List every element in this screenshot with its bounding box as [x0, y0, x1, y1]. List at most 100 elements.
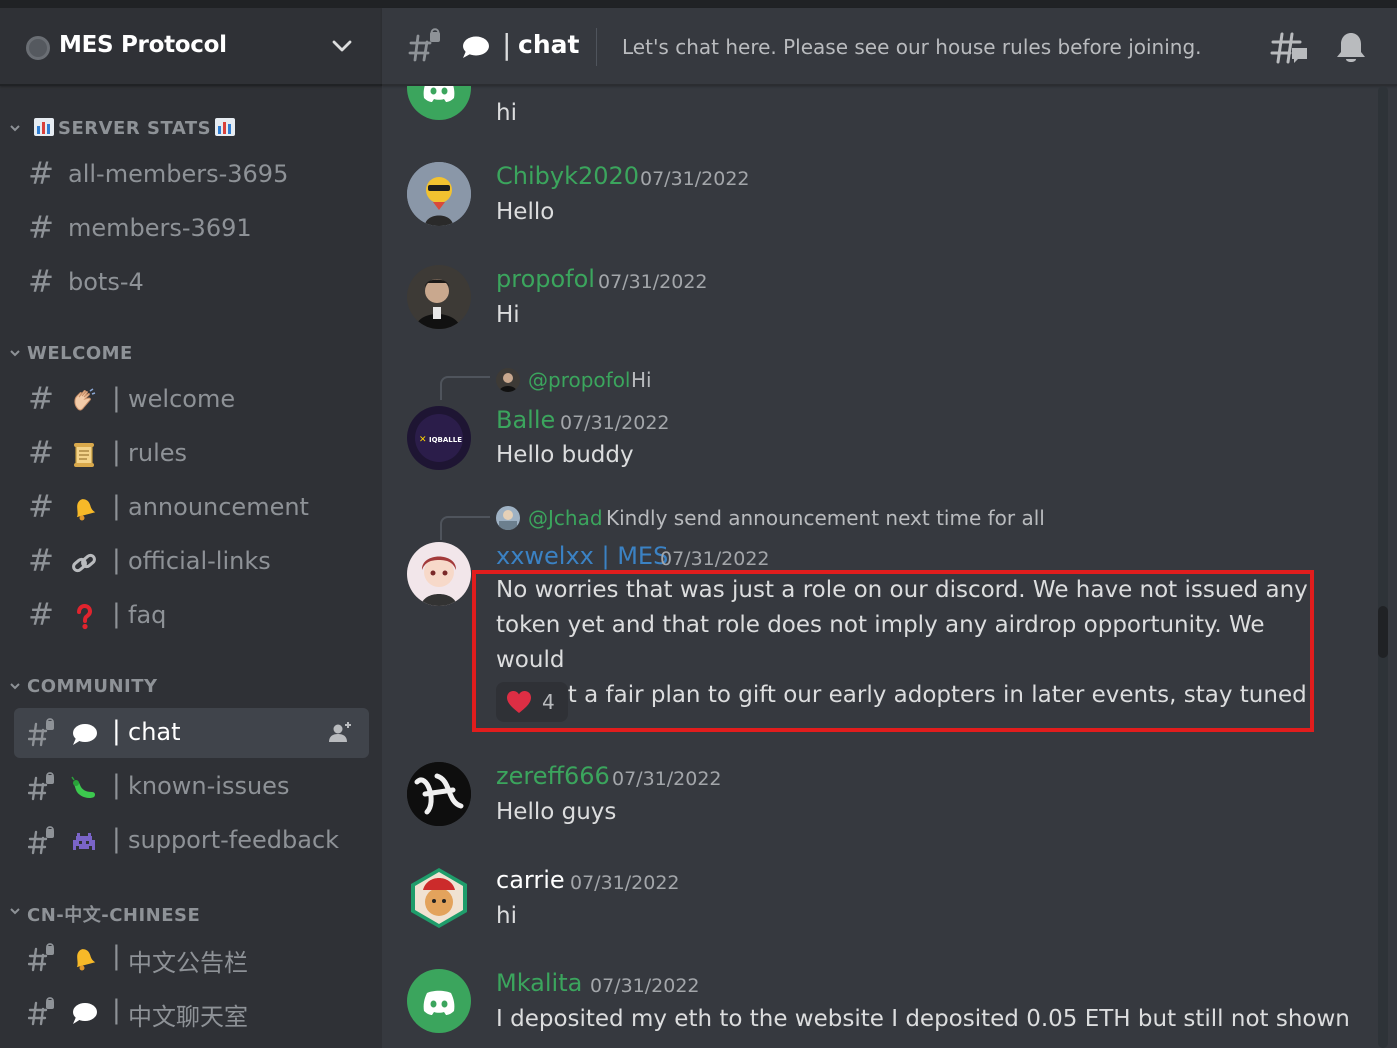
threads-icon[interactable]: [1270, 28, 1310, 68]
category-server-stats[interactable]: SERVER STATS: [0, 114, 382, 144]
channel-name: chat: [128, 718, 181, 746]
username[interactable]: carrie: [496, 866, 565, 894]
server-header[interactable]: MES Protocol: [0, 8, 382, 86]
reply-username[interactable]: @propofol: [528, 368, 630, 392]
scrollbar-thumb[interactable]: [1378, 606, 1388, 658]
thread-hash-icon: [28, 718, 54, 747]
server-logo-icon: [26, 36, 50, 60]
message-text: Hello: [496, 199, 555, 225]
message-scrollbar[interactable]: [1370, 86, 1397, 1048]
channel-name: known-issues: [128, 772, 290, 800]
user-avatar-image: [407, 162, 471, 226]
category-community-label: COMMUNITY: [27, 676, 158, 697]
channel-cn-chat[interactable]: | 中文聊天室: [14, 987, 369, 1037]
channel-name: official-links: [128, 547, 271, 575]
username[interactable]: propofol: [496, 265, 595, 293]
timestamp: 07/31/2022: [660, 548, 770, 570]
channel-name: announcement: [128, 493, 309, 521]
channel-announcement[interactable]: # | announcement: [14, 483, 369, 533]
avatar[interactable]: [407, 86, 471, 120]
avatar[interactable]: [407, 265, 471, 329]
svg-text:IQBALLE: IQBALLE: [429, 436, 462, 444]
channel-support-feedback[interactable]: | support-feedback: [14, 816, 369, 866]
scroll-emoji-icon: [74, 443, 94, 467]
message-text: I deposited my eth to the website I depo…: [496, 1006, 1350, 1032]
speech-bubble-emoji-icon: [73, 1003, 97, 1024]
username[interactable]: xxwelxx | MES: [496, 542, 668, 570]
channel-welcome[interactable]: # | welcome: [14, 375, 369, 425]
window-top-bar: [0, 0, 1397, 8]
bell-emoji-icon: [76, 949, 96, 971]
user-avatar-image: ✕ IQBALLE: [407, 406, 471, 470]
scrollbar-track[interactable]: [1378, 86, 1388, 1048]
avatar[interactable]: [407, 969, 471, 1033]
hash-icon: #: [28, 264, 54, 300]
timestamp: 07/31/2022: [612, 768, 722, 790]
channel-sidebar: MES Protocol SERVER STATS # all-members-…: [0, 8, 382, 1048]
category-community[interactable]: COMMUNITY: [0, 672, 382, 702]
channel-known-issues[interactable]: | known-issues: [14, 762, 369, 812]
bell-icon[interactable]: [1334, 30, 1368, 66]
hash-icon: #: [28, 156, 54, 192]
channel-separator: |: [112, 383, 121, 413]
channel-name: 中文聊天室: [128, 1003, 248, 1031]
channel-cn-announcement[interactable]: | 中文公告栏: [14, 933, 369, 983]
thread-hash-icon: [28, 997, 54, 1026]
discord-logo-icon: [423, 86, 455, 102]
channel-separator: |: [112, 995, 121, 1025]
channel-separator: |: [112, 545, 121, 575]
highlight-annotation-box: [472, 570, 1314, 732]
speech-bubble-emoji-icon: [73, 724, 97, 745]
header-divider: [596, 28, 597, 66]
channel-separator: |: [112, 491, 121, 521]
avatar[interactable]: [407, 542, 471, 606]
bar-chart-emoji-icon: [34, 118, 54, 136]
username[interactable]: zereff666: [496, 762, 610, 790]
reply-username[interactable]: @Jchad: [528, 506, 603, 530]
chevron-down-icon: [10, 683, 20, 690]
category-chinese[interactable]: CN-中文-CHINESE: [0, 897, 382, 927]
channel-name: 中文公告栏: [128, 949, 248, 977]
message-list: hi Chibyk2020 07/31/2022 Hello propofol …: [382, 86, 1397, 1048]
timestamp: 07/31/2022: [640, 168, 750, 190]
timestamp: 07/31/2022: [590, 975, 700, 997]
timestamp: 07/31/2022: [570, 872, 680, 894]
avatar[interactable]: [407, 162, 471, 226]
hash-icon: #: [28, 543, 54, 579]
chevron-down-icon: [10, 350, 20, 357]
channel-faq[interactable]: # | faq: [14, 591, 369, 641]
channel-name: faq: [128, 601, 167, 629]
hash-icon: #: [28, 489, 54, 525]
server-name: MES Protocol: [59, 32, 227, 58]
avatar[interactable]: ✕ IQBALLE: [407, 406, 471, 470]
category-welcome[interactable]: WELCOME: [0, 339, 382, 369]
channel-header: | chat Let's chat here. Please see our h…: [382, 8, 1397, 86]
channel-name: members-3691: [68, 214, 252, 242]
channel-all-members[interactable]: # all-members-3695: [14, 150, 369, 200]
chevron-down-icon[interactable]: [330, 34, 354, 58]
add-member-icon[interactable]: [326, 720, 354, 746]
username[interactable]: Mkalita: [496, 969, 582, 997]
thread-hash-icon: [408, 28, 440, 62]
reply-avatar: [496, 506, 520, 530]
channel-name: rules: [128, 439, 188, 467]
avatar[interactable]: [407, 762, 471, 826]
message-text: Hello guys: [496, 799, 617, 825]
reply-connector: [440, 376, 490, 400]
channel-members[interactable]: # members-3691: [14, 204, 369, 254]
channel-rules[interactable]: # | rules: [14, 429, 369, 479]
channel-bots[interactable]: # bots-4: [14, 258, 369, 308]
reply-connector: [440, 516, 490, 540]
channel-topic[interactable]: Let's chat here. Please see our house ru…: [622, 35, 1202, 59]
space-invader-emoji-icon: [73, 833, 95, 850]
channel-chat[interactable]: | chat: [14, 708, 369, 758]
username[interactable]: Chibyk2020: [496, 162, 639, 190]
avatar[interactable]: [407, 866, 471, 930]
reply-text: Kindly send announcement next time for a…: [606, 506, 1045, 530]
username[interactable]: Balle: [496, 406, 555, 434]
message-text: Hi: [496, 302, 520, 328]
discord-app: MES Protocol SERVER STATS # all-members-…: [0, 0, 1397, 1048]
channel-official-links[interactable]: # | official-links: [14, 537, 369, 587]
channel-separator: |: [112, 716, 121, 746]
thread-hash-icon: [28, 943, 54, 972]
